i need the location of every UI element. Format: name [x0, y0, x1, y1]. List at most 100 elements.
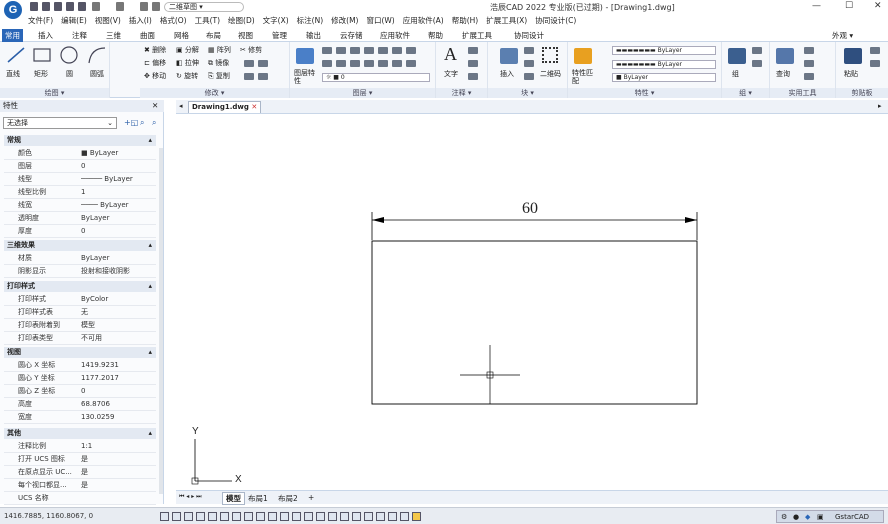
match-properties-icon[interactable]	[574, 48, 592, 64]
prop-row[interactable]: 圆心 Y 坐标 1177.2017	[4, 372, 156, 385]
layer-tool-icon[interactable]	[322, 47, 332, 54]
array-button[interactable]: ▦ 阵列	[208, 45, 231, 55]
lineweight-icon[interactable]	[256, 512, 265, 521]
menu-file[interactable]: 文件(F)	[28, 15, 53, 27]
prop-row[interactable]: 打开 UCS 图标是	[4, 453, 156, 466]
layer-tool-icon[interactable]	[322, 60, 332, 67]
extend-icon[interactable]	[258, 73, 268, 80]
menu-view[interactable]: 视图(V)	[95, 15, 121, 27]
block-tool-icon[interactable]	[524, 73, 534, 80]
drawing-canvas[interactable]: 60 Y X	[176, 114, 888, 490]
tab-layout2[interactable]: 布局2	[278, 493, 298, 504]
tab-mesh[interactable]: 网格	[174, 30, 189, 41]
menu-apps[interactable]: 应用软件(A)	[403, 15, 444, 27]
layer-select[interactable]: ☼ ■ 0	[322, 73, 430, 82]
block-tool-icon[interactable]	[524, 60, 534, 67]
annotation-icon[interactable]	[292, 512, 301, 521]
utility-tool-icon[interactable]	[804, 73, 814, 80]
prop-row[interactable]: 阴影显示 投射和接收阴影	[4, 265, 156, 278]
tab-model[interactable]: 模型	[222, 492, 245, 505]
group-tool-icon[interactable]	[752, 60, 762, 67]
prop-row[interactable]: 宽度 130.0259	[4, 411, 156, 424]
properties-ribbon-title[interactable]: 特性 ▾	[568, 88, 721, 98]
tab-scroll-right-icon[interactable]: ▸	[878, 102, 882, 110]
autoscale-icon[interactable]	[376, 512, 385, 521]
rectangle-shape[interactable]	[371, 240, 698, 405]
prop-row[interactable]: 图层 0	[4, 160, 156, 173]
dimension-icon[interactable]	[468, 73, 478, 80]
prop-row[interactable]: 打印样式表无	[4, 306, 156, 319]
tab-collab[interactable]: 协同设计	[514, 30, 544, 41]
prop-row[interactable]: 高度 68.8706	[4, 398, 156, 411]
prop-row[interactable]: 打印表类型 不可用	[4, 332, 156, 345]
offset-button[interactable]: ⊏ 偏移	[144, 58, 166, 68]
section-3d-effects[interactable]: 三维效果 ▴	[4, 240, 156, 251]
layer-tool-icon[interactable]	[336, 47, 346, 54]
selection-select[interactable]: 无选择 ⌄	[3, 117, 117, 129]
window-icon[interactable]: ▣	[817, 513, 824, 521]
layer-tool-icon[interactable]	[350, 60, 360, 67]
clipboard-panel-title[interactable]: 剪贴板	[836, 88, 888, 98]
selection-cycling-icon[interactable]	[280, 512, 289, 521]
linetype-select[interactable]: ▬▬▬▬▬▬▬ ByLayer	[612, 60, 716, 69]
section-misc[interactable]: 其他 ▴	[4, 428, 156, 439]
copy-clip-icon[interactable]	[870, 47, 880, 54]
scale-icon[interactable]	[244, 73, 254, 80]
maximize-icon[interactable]: ☐	[845, 1, 853, 11]
panel-close-icon[interactable]: ✕	[152, 100, 158, 112]
grid-icon[interactable]	[172, 512, 181, 521]
layer-tool-icon[interactable]	[406, 47, 416, 54]
layer-tool-icon[interactable]	[378, 47, 388, 54]
modify-panel-title[interactable]: 修改 ▾	[140, 88, 289, 98]
paste-icon[interactable]	[844, 48, 862, 64]
zoom-icon[interactable]	[316, 512, 325, 521]
tab-home[interactable]: 常用	[2, 29, 23, 42]
prop-row[interactable]: UCS 名称	[4, 492, 156, 505]
annotation-panel-title[interactable]: 注释 ▾	[436, 88, 487, 98]
prop-row[interactable]: 材质 ByLayer	[4, 252, 156, 265]
gear-icon[interactable]	[140, 2, 148, 11]
rectangle-icon[interactable]	[32, 46, 52, 64]
prop-row[interactable]: 圆心 X 坐标 1419.9231	[4, 359, 156, 372]
insert-block-icon[interactable]	[500, 48, 518, 64]
circle-icon[interactable]	[58, 45, 80, 65]
tab-help[interactable]: 帮助	[428, 30, 443, 41]
tab-apps[interactable]: 应用软件	[380, 30, 410, 41]
layer-tool-icon[interactable]	[406, 60, 416, 67]
notification-icon[interactable]: ◆	[805, 513, 810, 521]
osnap-icon[interactable]	[208, 512, 217, 521]
open-file-icon[interactable]	[42, 2, 50, 11]
section-general[interactable]: 常规 ▴	[4, 135, 156, 146]
prop-row[interactable]: 线宽 ──── ByLayer	[4, 199, 156, 212]
trim-button[interactable]: ✂ 修剪	[240, 45, 262, 55]
appearance-menu[interactable]: 外观 ▾	[832, 30, 853, 41]
brand-label[interactable]: GstarCAD	[835, 513, 869, 521]
user-icon[interactable]: ●	[793, 513, 799, 521]
undo-icon[interactable]	[92, 2, 100, 11]
hardware-accel-icon[interactable]	[400, 512, 409, 521]
dyn-icon[interactable]	[244, 512, 253, 521]
tab-manage[interactable]: 管理	[272, 30, 287, 41]
app-logo-icon[interactable]: G	[4, 1, 22, 19]
prop-row[interactable]: 线型 ───── ByLayer	[4, 173, 156, 186]
fillet-icon[interactable]	[244, 60, 254, 67]
print-icon[interactable]	[78, 2, 86, 11]
menu-help[interactable]: 帮助(H)	[452, 15, 479, 27]
save-icon[interactable]	[54, 2, 62, 11]
tab-layout1[interactable]: 布局1	[248, 493, 268, 504]
ducs-icon[interactable]	[232, 512, 241, 521]
chamfer-icon[interactable]	[258, 60, 268, 67]
snap-icon[interactable]	[160, 512, 169, 521]
tab-view[interactable]: 视图	[238, 30, 253, 41]
prop-row[interactable]: 打印样式 ByColor	[4, 293, 156, 306]
draw-panel-title[interactable]: 绘图 ▾	[0, 88, 109, 98]
menu-edit[interactable]: 编辑(E)	[61, 15, 87, 27]
new-file-icon[interactable]	[30, 2, 38, 11]
toggle-pickadd-icon[interactable]: ⌕	[152, 118, 156, 128]
menu-collab[interactable]: 协同设计(C)	[535, 15, 576, 27]
gear-icon[interactable]: ⚙	[781, 513, 787, 521]
tab-output[interactable]: 输出	[306, 30, 321, 41]
prop-row[interactable]: 厚度 0	[4, 225, 156, 238]
workspace-switch-icon[interactable]	[352, 512, 361, 521]
section-plot-style[interactable]: 打印样式 ▴	[4, 281, 156, 292]
